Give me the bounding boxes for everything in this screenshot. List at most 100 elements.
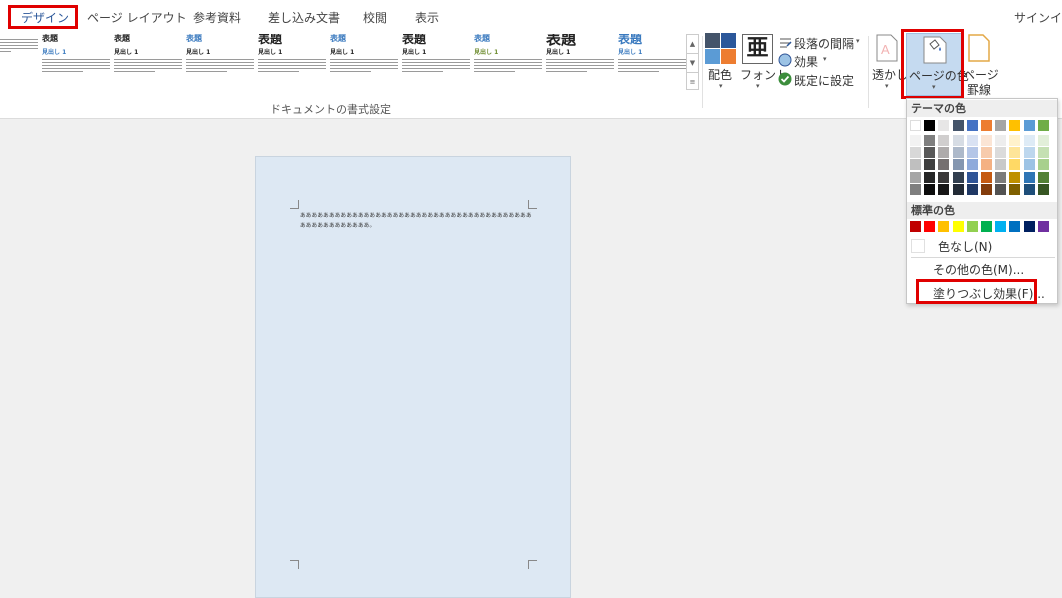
standard-color-swatch[interactable] xyxy=(981,221,992,232)
theme-color-swatch[interactable] xyxy=(1009,120,1021,131)
theme-shade-swatch[interactable] xyxy=(981,135,992,146)
theme-shade-swatch[interactable] xyxy=(1023,159,1035,171)
paragraph-spacing-button[interactable]: 段落の間隔 ▾ xyxy=(778,34,866,52)
theme-shade-swatch[interactable] xyxy=(981,147,992,159)
theme-shade-swatch[interactable] xyxy=(1023,183,1035,195)
tab-page-layout[interactable]: ページ レイアウト xyxy=(87,9,187,26)
fonts-button[interactable]: 亜 フォント ▾ xyxy=(739,33,788,93)
theme-shade-swatch[interactable] xyxy=(1009,147,1021,159)
gallery-more-icon[interactable]: ≡ xyxy=(687,73,698,91)
theme-shade-swatch[interactable] xyxy=(1037,171,1049,183)
theme-shade-swatch[interactable] xyxy=(952,183,964,195)
effects-button[interactable]: 効果 ▾ xyxy=(778,52,838,70)
theme-shade-swatch[interactable] xyxy=(910,183,921,195)
style-set-thumbnail[interactable]: 表題 見出し 1 xyxy=(114,34,182,96)
theme-shade-swatch[interactable] xyxy=(938,147,950,159)
theme-color-swatch[interactable] xyxy=(952,120,964,131)
theme-shade-swatch[interactable] xyxy=(910,147,921,159)
theme-shade-swatch[interactable] xyxy=(995,147,1007,159)
style-set-thumbnail[interactable]: 表題 見出し 1 xyxy=(474,34,542,96)
theme-shade-swatch[interactable] xyxy=(1023,135,1035,146)
standard-color-swatch[interactable] xyxy=(924,221,936,232)
style-set-thumbnail[interactable] xyxy=(0,34,38,96)
theme-shade-swatch[interactable] xyxy=(995,183,1007,195)
theme-shade-swatch[interactable] xyxy=(966,135,978,146)
theme-shade-swatch[interactable] xyxy=(952,159,964,171)
theme-shade-swatch[interactable] xyxy=(1009,159,1021,171)
theme-shade-swatch[interactable] xyxy=(1037,159,1049,171)
theme-shade-swatch[interactable] xyxy=(966,171,978,183)
theme-shade-swatch[interactable] xyxy=(952,171,964,183)
page-borders-button[interactable]: ページ 罫線 xyxy=(963,33,999,97)
style-set-thumbnail[interactable]: 表題 見出し 1 xyxy=(258,34,326,96)
style-set-thumbnail[interactable]: 表題 見出し 1 xyxy=(330,34,398,96)
colors-button[interactable]: 配色 ▾ xyxy=(704,33,738,93)
theme-shade-swatch[interactable] xyxy=(938,135,950,146)
theme-shade-swatch[interactable] xyxy=(1009,183,1021,195)
theme-shade-swatch[interactable] xyxy=(924,171,936,183)
theme-shade-swatch[interactable] xyxy=(995,135,1007,146)
style-set-thumbnail[interactable]: 表題 見出し 1 xyxy=(186,34,254,96)
standard-color-swatch[interactable] xyxy=(1023,221,1035,232)
theme-shade-swatch[interactable] xyxy=(924,183,936,195)
watermark-button[interactable]: A 透かし ▾ xyxy=(870,33,908,93)
theme-shade-swatch[interactable] xyxy=(910,159,921,171)
theme-shade-swatch[interactable] xyxy=(910,171,921,183)
theme-shade-swatch[interactable] xyxy=(952,147,964,159)
theme-shade-swatch[interactable] xyxy=(1037,147,1049,159)
theme-shade-swatch[interactable] xyxy=(1037,183,1049,195)
style-set-thumbnail[interactable]: 表題 見出し 1 xyxy=(546,34,614,96)
theme-color-swatch[interactable] xyxy=(981,120,992,131)
theme-shade-swatch[interactable] xyxy=(1023,147,1035,159)
standard-color-swatch[interactable] xyxy=(1009,221,1021,232)
more-colors-item[interactable]: その他の色(M)... xyxy=(933,261,1024,278)
standard-color-swatch[interactable] xyxy=(1037,221,1049,232)
theme-shade-swatch[interactable] xyxy=(966,147,978,159)
theme-shade-swatch[interactable] xyxy=(938,159,950,171)
standard-color-swatch[interactable] xyxy=(995,221,1007,232)
theme-shade-swatch[interactable] xyxy=(966,183,978,195)
sign-in-link[interactable]: サインイン xyxy=(1014,9,1062,26)
tab-references[interactable]: 参考資料 xyxy=(193,9,241,26)
no-color-item[interactable]: 色なし(N) xyxy=(909,235,1055,255)
gallery-scroll[interactable]: ▲ ▼ ≡ xyxy=(686,34,699,90)
standard-color-swatch[interactable] xyxy=(938,221,950,232)
standard-color-swatch[interactable] xyxy=(910,221,921,232)
standard-color-swatch[interactable] xyxy=(966,221,978,232)
tab-review[interactable]: 校閲 xyxy=(363,9,387,26)
theme-color-swatch[interactable] xyxy=(924,120,936,131)
theme-color-swatch[interactable] xyxy=(1023,120,1035,131)
theme-shade-swatch[interactable] xyxy=(938,171,950,183)
document-body-text[interactable]: ああああああああああああああああああああああああああああああああああああああああ… xyxy=(300,211,532,231)
theme-color-swatch[interactable] xyxy=(910,120,921,131)
theme-shade-swatch[interactable] xyxy=(952,135,964,146)
theme-shade-swatch[interactable] xyxy=(995,159,1007,171)
standard-color-swatch[interactable] xyxy=(952,221,964,232)
theme-shade-swatch[interactable] xyxy=(938,183,950,195)
theme-shade-swatch[interactable] xyxy=(995,171,1007,183)
set-as-default-button[interactable]: 既定に設定 xyxy=(778,71,858,89)
theme-shade-swatch[interactable] xyxy=(981,171,992,183)
theme-shade-swatch[interactable] xyxy=(924,135,936,146)
tab-view[interactable]: 表示 xyxy=(415,9,439,26)
theme-color-swatch[interactable] xyxy=(938,120,950,131)
theme-shade-swatch[interactable] xyxy=(924,159,936,171)
style-set-thumbnail[interactable]: 表題 見出し 1 xyxy=(618,34,686,96)
gallery-down-icon[interactable]: ▼ xyxy=(687,54,698,73)
theme-shade-swatch[interactable] xyxy=(981,159,992,171)
theme-shade-swatch[interactable] xyxy=(1009,135,1021,146)
theme-shade-swatch[interactable] xyxy=(1009,171,1021,183)
gallery-up-icon[interactable]: ▲ xyxy=(687,35,698,54)
theme-shade-swatch[interactable] xyxy=(910,135,921,146)
theme-color-swatch[interactable] xyxy=(1037,120,1049,131)
theme-shade-swatch[interactable] xyxy=(924,147,936,159)
tab-mailings[interactable]: 差し込み文書 xyxy=(268,9,340,26)
theme-shade-swatch[interactable] xyxy=(1037,135,1049,146)
theme-color-swatch[interactable] xyxy=(995,120,1007,131)
theme-shade-swatch[interactable] xyxy=(981,183,992,195)
theme-shade-swatch[interactable] xyxy=(966,159,978,171)
theme-color-swatch[interactable] xyxy=(966,120,978,131)
theme-shade-swatch[interactable] xyxy=(1023,171,1035,183)
style-set-thumbnail[interactable]: 表題 見出し 1 xyxy=(42,34,110,96)
style-set-thumbnail[interactable]: 表題 見出し 1 xyxy=(402,34,470,96)
